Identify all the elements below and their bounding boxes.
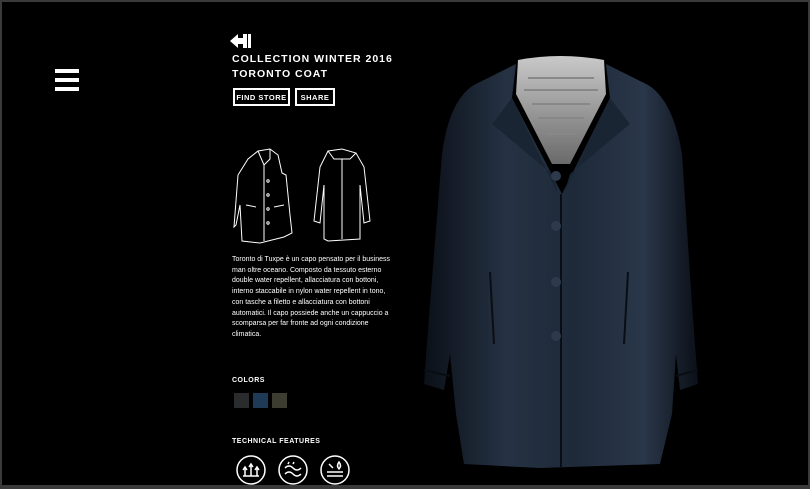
- color-swatch-charcoal[interactable]: [234, 393, 249, 408]
- menu-icon[interactable]: [55, 69, 79, 97]
- breathable-icon: [320, 455, 350, 485]
- collection-title: COLLECTION WINTER 2016: [232, 53, 393, 65]
- product-image: [423, 56, 699, 468]
- find-store-button[interactable]: FIND STORE: [233, 88, 290, 106]
- page-frame: COLLECTION WINTER 2016 TORONTO COAT FIND…: [2, 2, 808, 485]
- product-title: TORONTO COAT: [232, 68, 328, 80]
- back-arrow-icon[interactable]: [230, 32, 252, 50]
- technical-sketch: [233, 148, 371, 244]
- technical-features-label: TECHNICAL FEATURES: [232, 438, 321, 445]
- color-swatch-olive[interactable]: [272, 393, 287, 408]
- color-swatch-navy[interactable]: [253, 393, 268, 408]
- product-description: Toronto di Tuxpe è un capo pensato per i…: [232, 256, 390, 338]
- share-button[interactable]: SHARE: [295, 88, 335, 106]
- insulation-icon: [236, 455, 266, 485]
- colors-label: COLORS: [232, 377, 265, 384]
- water-repellent-icon: [278, 455, 308, 485]
